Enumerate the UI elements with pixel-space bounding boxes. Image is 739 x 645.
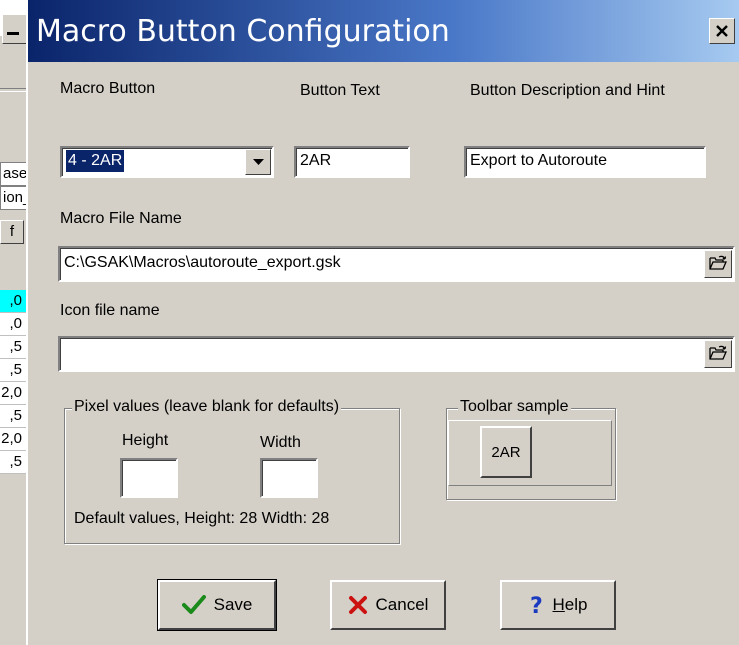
table-cell[interactable]: 2,0	[0, 428, 26, 451]
macro-file-label: Macro File Name	[60, 210, 182, 227]
svg-text:?: ?	[530, 594, 543, 617]
close-icon	[716, 25, 728, 37]
question-mark-icon: ?	[530, 594, 543, 617]
dialog-titlebar[interactable]: Macro Button Configuration	[28, 0, 739, 62]
toolbar-sample-button[interactable]: 2AR	[480, 426, 532, 478]
close-button[interactable]	[709, 18, 735, 44]
table-cell[interactable]: 2,0	[0, 382, 26, 405]
toolbar-sample-group-title: Toolbar sample	[458, 398, 571, 416]
macro-button-dropdown-button[interactable]	[245, 149, 271, 175]
cancel-button-label: Cancel	[375, 595, 429, 614]
dialog-title: Macro Button Configuration	[36, 14, 450, 49]
macro-file-input[interactable]: C:\GSAK\Macros\autoroute_export.gsk	[58, 246, 735, 282]
background-column-button[interactable]: f	[0, 220, 24, 244]
icon-file-input[interactable]	[58, 336, 735, 372]
x-mark-icon	[348, 596, 367, 614]
icon-file-browse-button[interactable]	[704, 340, 732, 368]
macro-button-label: Macro Button	[60, 80, 156, 97]
width-input[interactable]	[260, 458, 318, 498]
cancel-button[interactable]: Cancel	[330, 580, 446, 630]
icon-file-label: Icon file name	[60, 302, 160, 319]
table-cell[interactable]: ,0	[0, 313, 26, 336]
button-description-input[interactable]: Export to Autoroute	[464, 146, 706, 178]
save-button-label: Save	[213, 595, 253, 614]
height-label: Height	[122, 432, 169, 449]
table-cell[interactable]: ,5	[0, 359, 26, 382]
macro-button-select[interactable]: 4 - 2AR	[60, 146, 274, 178]
checkmark-icon	[181, 595, 206, 614]
save-button[interactable]: Save	[157, 579, 277, 631]
help-button[interactable]: ? Help	[500, 580, 616, 630]
chevron-down-icon	[253, 159, 264, 165]
width-label: Width	[260, 434, 301, 451]
help-button-label: Help	[552, 595, 588, 614]
pixel-values-group-title: Pixel values (leave blank for defaults)	[72, 398, 342, 416]
height-input[interactable]	[120, 458, 178, 498]
default-values-text: Default values, Height: 28 Width: 28	[74, 510, 330, 527]
toolbar-sample-button-label: 2AR	[491, 443, 521, 461]
button-description-label: Button Description and Hint	[470, 82, 665, 99]
macro-file-browse-button[interactable]	[704, 250, 732, 278]
background-table: ,0 ,0 ,5 ,5 2,0 ,5 2,0 ,5	[0, 290, 27, 474]
macro-button-select-value: 4 - 2AR	[66, 150, 125, 172]
open-folder-icon	[709, 345, 727, 360]
table-cell[interactable]: ,5	[0, 451, 26, 474]
macro-button-dialog: Macro Button Configuration Macro Button …	[28, 0, 739, 645]
button-text-label: Button Text	[300, 82, 380, 99]
open-folder-icon	[709, 255, 727, 270]
table-cell[interactable]: ,5	[0, 336, 26, 359]
button-text-input[interactable]: 2AR	[294, 146, 410, 178]
table-cell[interactable]: ,0	[0, 290, 26, 313]
table-cell[interactable]: ,5	[0, 405, 26, 428]
